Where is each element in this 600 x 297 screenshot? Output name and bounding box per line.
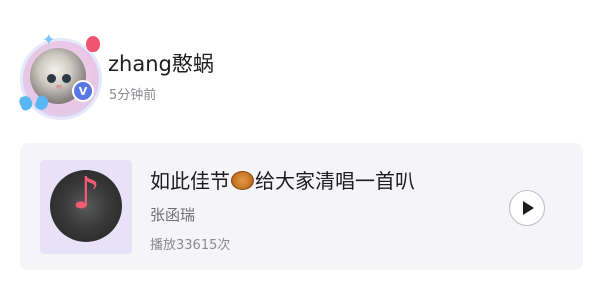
song-title-part2: 给大家清唱一首叭 <box>255 169 415 193</box>
star-icon: ✦ <box>42 30 56 49</box>
artist-name[interactable]: 张函瑞 <box>150 204 195 225</box>
album-cover[interactable]: ♪ <box>40 160 132 254</box>
music-note-icon: ♪ <box>72 168 101 219</box>
song-title[interactable]: 如此佳节 给大家清唱一首叭 <box>150 165 415 194</box>
balloon-icon <box>86 36 100 52</box>
song-title-part1: 如此佳节 <box>150 169 230 193</box>
verified-badge: V <box>72 80 94 102</box>
mooncake-icon <box>231 171 254 190</box>
music-card[interactable]: ♪ 如此佳节 给大家清唱一首叭 张函瑞 播放33615次 <box>20 143 583 270</box>
avatar[interactable]: ✦ V <box>14 30 102 120</box>
username[interactable]: zhang憨蜗 <box>108 48 214 78</box>
cat-eye-left <box>47 74 56 83</box>
cat-nose <box>56 85 62 89</box>
play-button[interactable] <box>509 190 545 226</box>
play-count: 播放33615次 <box>150 238 231 253</box>
play-icon <box>523 201 534 215</box>
cat-eye-right <box>62 74 71 83</box>
post-timestamp: 5分钟前 <box>109 88 157 103</box>
bow-icon <box>20 94 48 114</box>
